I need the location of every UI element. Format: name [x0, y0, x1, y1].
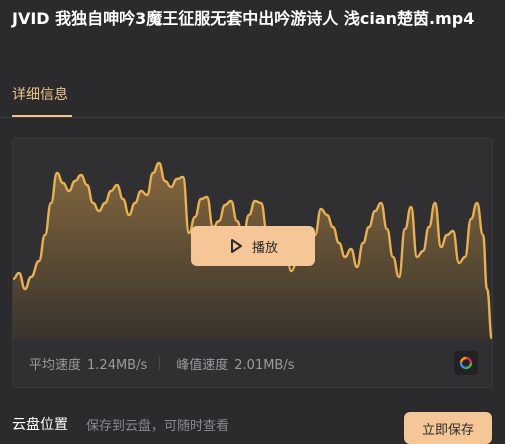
peak-speed-label: 峰值速度: [176, 357, 229, 373]
avg-speed-value: 1.24MB/s: [87, 357, 148, 373]
avg-speed-label: 平均速度: [29, 357, 82, 373]
peak-speed: 峰值速度 2.01MB/s: [160, 354, 294, 373]
video-title: JVID 我独自呻吟3魔王征服无套中出吟游诗人 浅cian楚茵.mp4: [12, 9, 475, 28]
avg-speed: 平均速度 1.24MB/s: [13, 354, 147, 373]
play-icon: [228, 238, 244, 254]
color-ring-button[interactable]: [454, 351, 478, 375]
tab-details[interactable]: 详细信息: [12, 84, 68, 104]
cloud-location-hint: 保存到云盘，可随时查看: [86, 419, 230, 434]
save-now-button[interactable]: 立即保存: [404, 412, 492, 444]
speed-stats: 平均速度 1.24MB/s 峰值速度 2.01MB/s: [13, 339, 492, 387]
speed-card: 播放 平均速度 1.24MB/s 峰值速度 2.01MB/s: [12, 138, 493, 388]
peak-speed-value: 2.01MB/s: [234, 357, 295, 373]
play-button[interactable]: 播放: [191, 226, 315, 266]
color-ring-icon: [459, 356, 473, 370]
cloud-location-label: 云盘位置: [12, 417, 68, 433]
tab-divider: [0, 117, 505, 118]
play-label: 播放: [251, 240, 278, 256]
